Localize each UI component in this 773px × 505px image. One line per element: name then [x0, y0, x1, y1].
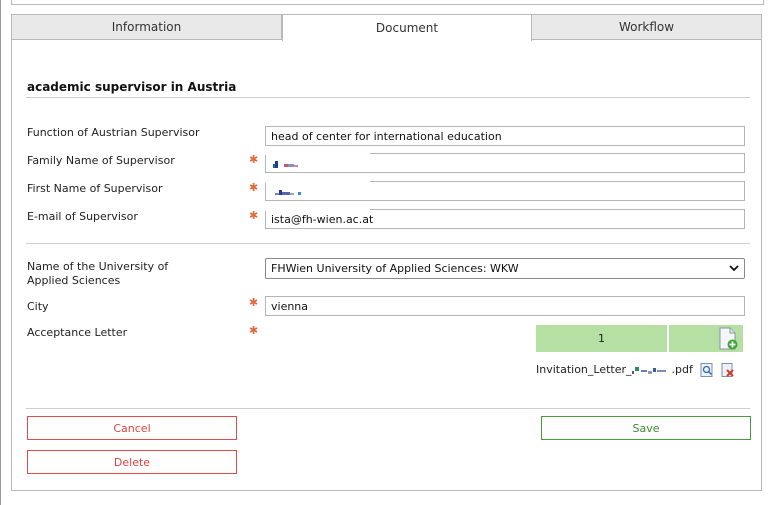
cancel-button-label: Cancel [113, 421, 151, 435]
redaction-mask [265, 151, 370, 155]
delete-button[interactable]: Delete [27, 450, 237, 474]
university-selected-value: FHWien University of Applied Sciences: W… [271, 262, 519, 275]
required-star-icon: ✱ [249, 153, 259, 166]
add-file-button[interactable] [669, 325, 743, 352]
preview-file-icon[interactable] [700, 363, 714, 377]
city-input[interactable]: vienna [265, 296, 745, 316]
tab-workflow[interactable]: Workflow [532, 15, 761, 40]
function-label: Function of Austrian Supervisor [27, 126, 200, 139]
email-input[interactable]: ista@fh-wien.ac.at [265, 209, 745, 229]
first-name-input[interactable] [265, 181, 745, 201]
uploaded-file: Invitation_Letter_ .pdf [536, 363, 735, 377]
redacted-text-icon [275, 190, 301, 195]
required-star-icon: ✱ [249, 296, 259, 309]
actions-divider [26, 408, 750, 409]
cancel-button[interactable]: Cancel [27, 416, 237, 440]
redaction-mask [265, 207, 370, 211]
required-star-icon: ✱ [249, 324, 259, 337]
save-button-label: Save [632, 421, 660, 435]
family-name-input[interactable] [265, 153, 745, 173]
section-divider [26, 97, 750, 98]
document-panel: Information Document Workflow academic s… [11, 14, 762, 491]
section-divider [26, 243, 750, 244]
redacted-filename-icon [631, 367, 666, 374]
uploaded-files-count: 1 [536, 325, 667, 352]
delete-button-label: Delete [113, 455, 151, 469]
upload-count-value: 1 [598, 332, 605, 345]
acceptance-letter-label: Acceptance Letter [27, 326, 128, 339]
university-label: Name of the University of Applied Scienc… [27, 260, 169, 287]
redaction-mask [265, 179, 370, 183]
tab-label: Workflow [618, 20, 675, 34]
chevron-down-icon [729, 265, 739, 272]
tab-label: Information [111, 20, 182, 34]
family-name-label: Family Name of Supervisor [27, 154, 175, 167]
delete-file-icon[interactable] [721, 363, 735, 377]
add-document-icon [719, 327, 738, 350]
file-name-prefix[interactable]: Invitation_Letter_ [536, 363, 632, 376]
tab-document[interactable]: Document [282, 14, 532, 41]
tab-label: Document [375, 21, 439, 35]
redacted-text-icon [273, 161, 298, 168]
city-label: City [27, 300, 49, 313]
section-title: academic supervisor in Austria [27, 80, 237, 94]
tab-information[interactable]: Information [12, 15, 282, 40]
top-frame [11, 0, 764, 5]
university-select[interactable]: FHWien University of Applied Sciences: W… [265, 258, 745, 279]
required-star-icon: ✱ [249, 181, 259, 194]
function-input[interactable]: head of center for international educati… [265, 126, 745, 146]
file-name-suffix[interactable]: .pdf [672, 363, 693, 376]
left-border [0, 0, 1, 505]
tab-bar: Information Document Workflow [12, 14, 761, 41]
email-label: E-mail of Supervisor [27, 210, 138, 223]
first-name-label: First Name of Supervisor [27, 182, 163, 195]
required-star-icon: ✱ [249, 209, 259, 222]
save-button[interactable]: Save [541, 416, 751, 440]
